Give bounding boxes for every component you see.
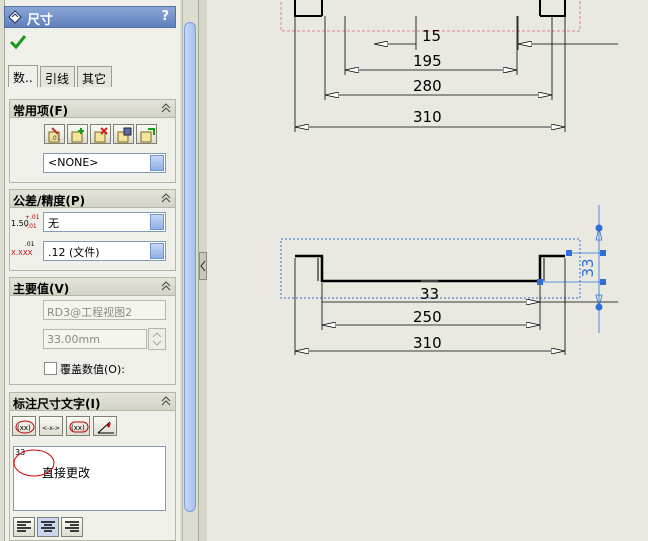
- drag-handle[interactable]: [566, 250, 572, 256]
- collapse-panel-handle[interactable]: [199, 252, 207, 280]
- svg-text:-.01: -.01: [25, 223, 37, 230]
- parentheses-icon: (xx): [15, 420, 35, 434]
- drag-handle[interactable]: [537, 279, 543, 285]
- drawing-canvas[interactable]: 15 195 280 310 33 250 310 33: [208, 0, 648, 541]
- align-center-icon: [41, 521, 55, 532]
- load-favorite-icon: [140, 128, 155, 143]
- primary-value-header[interactable]: 主要值(V): [10, 278, 175, 296]
- delete-favorite-icon: [94, 127, 108, 143]
- inspection-dimension-icon: (xx): [69, 421, 89, 433]
- offset-text-button[interactable]: [93, 416, 117, 436]
- dimension-text-header[interactable]: 标注尺寸文字(I): [10, 393, 175, 411]
- chevron-down-icon[interactable]: [150, 214, 164, 230]
- parentheses-button[interactable]: (xx): [12, 416, 36, 436]
- favorites-header[interactable]: 常用项(F): [10, 100, 175, 118]
- dimension-value-280[interactable]: 280: [413, 77, 442, 95]
- dimension-reference-field: RD3@工程视图2: [43, 300, 166, 320]
- tolerance-header[interactable]: 公差/精度(P): [10, 190, 175, 208]
- collapse-icon[interactable]: [161, 396, 171, 406]
- panel-title: 尺寸: [27, 13, 54, 28]
- center-dimension-button[interactable]: <-x->: [39, 416, 63, 436]
- chevron-down-icon[interactable]: [150, 243, 164, 259]
- arrow-handle[interactable]: [595, 224, 603, 232]
- apply-favorite-button[interactable]: .01: [44, 124, 65, 144]
- precision-icon: .01 X.XXX: [11, 241, 35, 257]
- lower-drawing-view[interactable]: 33 250 310 33: [280, 205, 618, 355]
- dimension-icon: [8, 10, 22, 24]
- override-value-checkbox[interactable]: [44, 362, 57, 375]
- tab-other[interactable]: 其它: [77, 66, 112, 87]
- svg-text:X.XXX: X.XXX: [11, 249, 33, 257]
- primary-value-header-label: 主要值(V): [13, 282, 70, 296]
- annotation-circle-icon: [13, 449, 55, 477]
- upper-drawing-view[interactable]: 15 195 280 310: [280, 0, 618, 132]
- align-right-button[interactable]: [61, 517, 83, 537]
- dimension-value-310[interactable]: 310: [413, 108, 442, 126]
- ok-check-icon[interactable]: [9, 33, 27, 51]
- offset-text-icon: [97, 421, 114, 434]
- favorites-dropdown-value: <NONE>: [48, 156, 99, 169]
- svg-text:+.01: +.01: [25, 214, 40, 221]
- tab-value[interactable]: 数..: [8, 65, 38, 87]
- dimension-value-33[interactable]: 33: [420, 285, 439, 303]
- add-favorite-icon: [71, 128, 84, 143]
- panel-scrollbar-thumb[interactable]: [184, 22, 196, 512]
- spinner-arrows-icon: [152, 332, 162, 346]
- inspection-dimension-button[interactable]: (xx): [66, 416, 90, 436]
- chevron-left-icon: [200, 260, 206, 272]
- dimension-value-195[interactable]: 195: [413, 52, 442, 70]
- align-right-icon: [65, 521, 79, 532]
- dimension-value-field: 33.00mm: [43, 329, 147, 349]
- arrow-handle[interactable]: [595, 303, 603, 311]
- favorites-header-label: 常用项(F): [13, 104, 69, 118]
- dimension-text-editor[interactable]: 33 直接更改: [13, 446, 166, 511]
- override-value-label: 覆盖数值(O):: [60, 363, 125, 376]
- favorites-dropdown[interactable]: <NONE>: [43, 153, 166, 173]
- center-dimension-icon: <-x->: [42, 425, 60, 432]
- collapse-icon[interactable]: [161, 281, 171, 291]
- lower-part-outline: [295, 254, 565, 283]
- tolerance-dropdown-value: 无: [48, 217, 59, 230]
- apply-favorite-icon: .01: [48, 127, 61, 143]
- delete-favorite-button[interactable]: [90, 124, 111, 144]
- tab-leaders[interactable]: 引线: [40, 66, 75, 87]
- drag-handle[interactable]: [600, 250, 606, 256]
- tolerance-type-icon: 1.50 +.01 -.01: [11, 214, 40, 230]
- add-favorite-button[interactable]: [67, 124, 88, 144]
- collapse-icon[interactable]: [161, 103, 171, 113]
- svg-text:.01: .01: [25, 241, 35, 248]
- dimension-value-15[interactable]: 15: [422, 27, 441, 45]
- value-spinner: [148, 328, 166, 350]
- selected-dimension-33[interactable]: 33: [537, 205, 606, 333]
- dimension-value-310[interactable]: 310: [413, 334, 442, 352]
- align-left-icon: [17, 521, 31, 532]
- chevron-down-icon[interactable]: [150, 155, 164, 171]
- save-favorite-icon: [117, 127, 132, 143]
- svg-text:<-x->: <-x->: [42, 425, 60, 432]
- tolerance-dropdown[interactable]: 无: [43, 212, 166, 232]
- selected-dimension-value[interactable]: 33: [579, 258, 597, 277]
- precision-dropdown-value: .12 (文件): [48, 246, 100, 259]
- drag-handle[interactable]: [600, 279, 606, 285]
- dimension-value-250[interactable]: 250: [413, 308, 442, 326]
- svg-text:(xx): (xx): [71, 424, 85, 432]
- svg-text:(xx): (xx): [17, 424, 31, 432]
- save-favorite-button[interactable]: [113, 124, 134, 144]
- precision-dropdown[interactable]: .12 (文件): [43, 241, 166, 261]
- collapse-icon[interactable]: [161, 193, 171, 203]
- svg-text:.01: .01: [51, 135, 61, 142]
- help-button[interactable]: ?: [161, 9, 169, 24]
- align-center-button[interactable]: [37, 517, 59, 537]
- load-favorite-button[interactable]: [136, 124, 157, 144]
- dimension-text-header-label: 标注尺寸文字(I): [13, 397, 101, 411]
- align-left-button[interactable]: [13, 517, 35, 537]
- property-manager: 尺寸 ? 数.. 引线 其它 常用项(F) .01 <NONE> 公差/精度(P…: [0, 0, 198, 541]
- property-manager-title: 尺寸 ?: [4, 6, 176, 28]
- tolerance-header-label: 公差/精度(P): [13, 194, 86, 208]
- upper-part-outline: [294, 0, 566, 17]
